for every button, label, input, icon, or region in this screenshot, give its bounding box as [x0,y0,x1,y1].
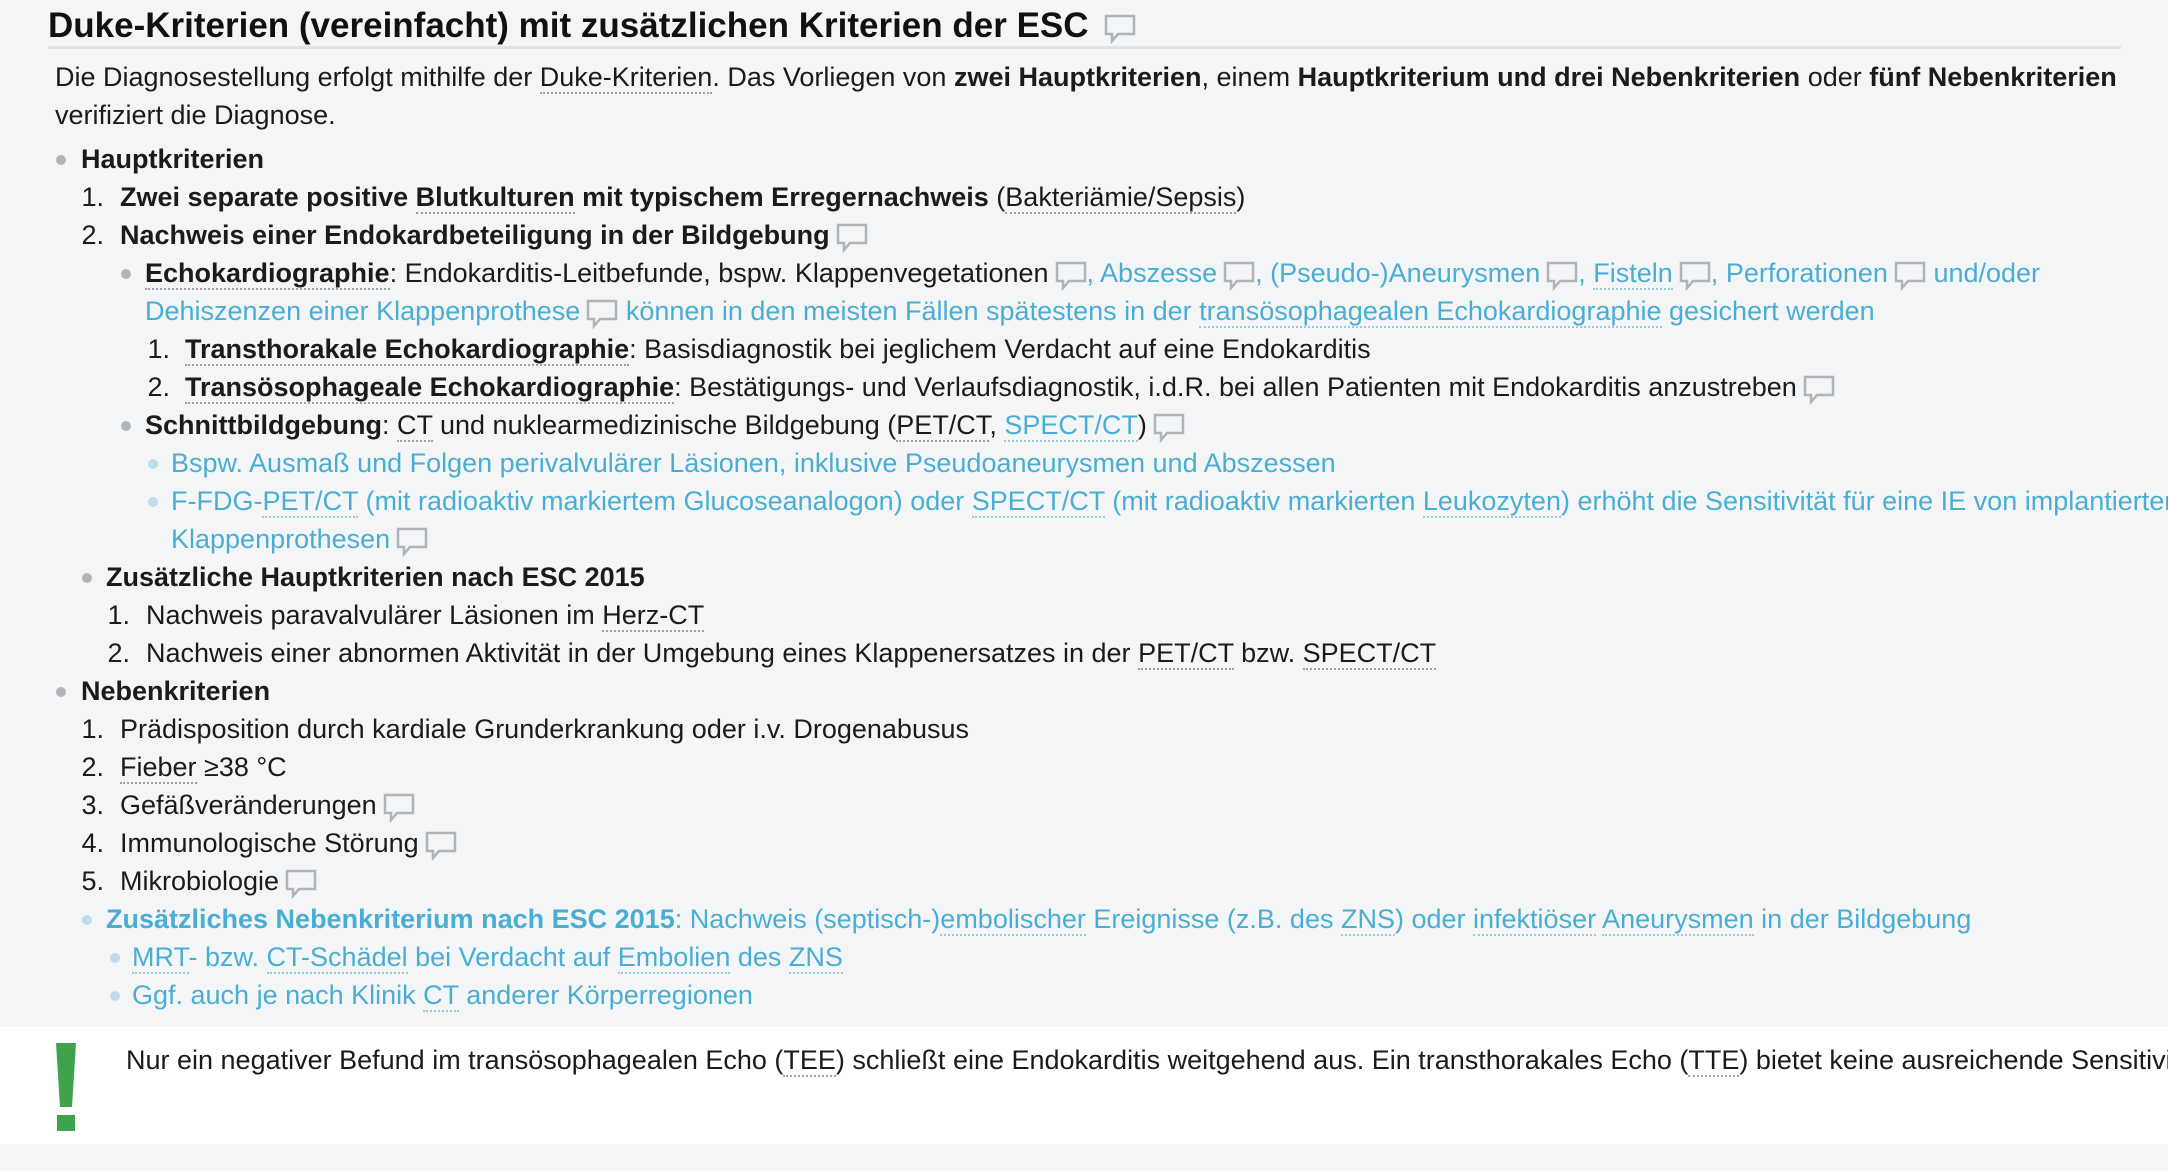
content-area: Die Diagnosestellung erfolgt mithilfe de… [0,0,2168,1171]
schnitt-sub-2-cont: Klappenprothesen [171,520,428,558]
bullet [148,459,158,469]
intro-line-2: verifiziert die Diagnose. [55,100,336,130]
link-leukozyten[interactable]: Leukozyten [1422,486,1561,518]
heading-esc-haupt: Zusätzliche Hauptkriterien nach ESC 2015 [106,562,645,592]
list-number: 4. [81,828,104,858]
list-number: 1. [81,182,104,212]
exclamation-icon [56,1043,76,1131]
echo-sub-2: Transösophageale Echokardiographie: Best… [185,368,1835,406]
bullet [56,155,66,165]
comment-icon[interactable] [1803,375,1835,405]
bullet [148,497,158,507]
schnitt-sub-2: F-FDG-PET/CT (mit radioaktiv markiertem … [171,486,2168,518]
list-number: 2. [107,638,130,668]
comment-icon[interactable] [1546,261,1578,291]
comment-icon[interactable] [383,793,415,823]
link-embolischer[interactable]: embolischer [940,904,1086,936]
echo-line-2: Dehiszenzen einer Klappenprothese können… [145,296,1875,329]
bullet [56,687,66,697]
link-bakteriaemie[interactable]: Bakteriämie/Sepsis [1005,182,1237,214]
link-zns[interactable]: ZNS [1340,904,1395,936]
link-tee-2[interactable]: Transösophageale Echokardiographie [185,372,675,404]
haupt-item-2: Nachweis einer Endokardbeteiligung in de… [120,216,868,254]
esc-neben-line: Zusätzliches Nebenkriterium nach ESC 201… [106,904,1972,936]
bullet [121,421,131,431]
list-number: 2. [81,220,104,250]
echo-sub-1: Transthorakale Echokardiographie: Basisd… [185,334,1371,366]
link-mrt[interactable]: MRT [132,942,189,974]
link-embolien[interactable]: Embolien [617,942,731,974]
neben-item-5: Mikrobiologie [120,862,317,900]
link-tte-abbr[interactable]: TTE [1688,1045,1740,1077]
text-undoder: und/oder [1933,258,2041,288]
link-infektioeser[interactable]: infektiöser [1473,904,1597,936]
list-number: 1. [147,334,170,364]
link-spectct-2[interactable]: SPECT/CT [971,486,1105,518]
link-zns-2[interactable]: ZNS [788,942,843,974]
link-tee-abbr[interactable]: TEE [783,1045,836,1077]
list-number: 3. [81,790,104,820]
neben-item-1: Prädisposition durch kardiale Grunderkra… [120,714,969,744]
comment-icon[interactable] [1223,261,1255,291]
link-blutkulturen[interactable]: Blutkulturen [415,182,575,214]
intro-line-1: Die Diagnosestellung erfolgt mithilfe de… [55,62,2117,94]
text-perforationen: Perforationen [1725,258,1888,288]
text-abszesse: Abszesse [1100,258,1218,288]
link-herz-ct[interactable]: Herz-CT [602,600,705,632]
link-spectct[interactable]: SPECT/CT [1004,410,1138,442]
link-aneurysmen[interactable]: Aneurysmen [1602,904,1754,936]
comment-icon[interactable] [836,223,868,253]
list-number: 2. [81,752,104,782]
bullet [110,991,120,1001]
comment-icon[interactable] [425,831,457,861]
text-pseudo-aneurysmen: (Pseudo-)Aneurysmen [1270,258,1541,288]
link-echokardiographie[interactable]: Echokardiographie [145,258,390,290]
link-petct-2[interactable]: PET/CT [262,486,358,518]
link-tte[interactable]: Transthorakale Echokardiographie [185,334,630,366]
heading-hauptkriterien: Hauptkriterien [81,144,265,174]
esc-neben-sub-2: Ggf. auch je nach Klinik CT anderer Körp… [132,980,753,1012]
comment-icon[interactable] [586,299,618,329]
link-fieber[interactable]: Fieber [120,752,197,784]
bullet [82,573,92,583]
notice-text: Nur ein negativer Befund im transösophag… [126,1045,2168,1077]
list-number: 1. [107,600,130,630]
list-number: 5. [81,866,104,896]
comment-icon[interactable] [285,869,317,899]
bullet [82,915,92,925]
haupt-item-1: Zwei separate positive Blutkulturen mit … [120,182,1246,214]
esc-haupt-1: Nachweis paravalvulärer Läsionen im Herz… [146,600,705,632]
comment-icon[interactable] [1055,261,1087,291]
link-ct-schaedel[interactable]: CT-Schädel [266,942,408,974]
comment-icon[interactable] [396,527,428,557]
schnitt-sub-1: Bspw. Ausmaß und Folgen perivalvulärer L… [171,448,1336,478]
neben-item-2: Fieber ≥38 °C [120,752,287,784]
list-number: 1. [81,714,104,744]
link-tee[interactable]: transösophagealen Echokardiographie [1199,296,1662,328]
link-duke-kriterien[interactable]: Duke-Kriterien [539,62,713,94]
heading-nebenkriterien: Nebenkriterien [81,676,271,706]
link-petct-3[interactable]: PET/CT [1138,638,1234,670]
comment-icon[interactable] [1679,261,1711,291]
link-ct-2[interactable]: CT [423,980,459,1012]
esc-neben-sub-1: MRT- bzw. CT-Schädel bei Verdacht auf Em… [132,942,843,974]
bullet [121,269,131,279]
link-spectct-3[interactable]: SPECT/CT [1302,638,1437,670]
neben-item-4: Immunologische Störung [120,824,457,862]
schnitt-line: Schnittbildgebung: CT und nuklearmedizin… [145,406,1185,444]
esc-haupt-2: Nachweis einer abnormen Aktivität in der… [146,638,1437,670]
echo-line-1: Echokardiographie: Endokarditis-Leitbefu… [145,258,2041,291]
comment-icon[interactable] [1894,261,1926,291]
comment-icon[interactable] [1153,413,1185,443]
notice-box: Nur ein negativer Befund im transösophag… [0,1027,2168,1144]
link-fisteln[interactable]: Fisteln [1593,258,1673,290]
list-number: 2. [147,372,170,402]
link-petct[interactable]: PET/CT [896,410,990,442]
link-ct[interactable]: CT [396,410,433,442]
neben-item-3: Gefäßveränderungen [120,786,415,824]
bullet [110,953,120,963]
